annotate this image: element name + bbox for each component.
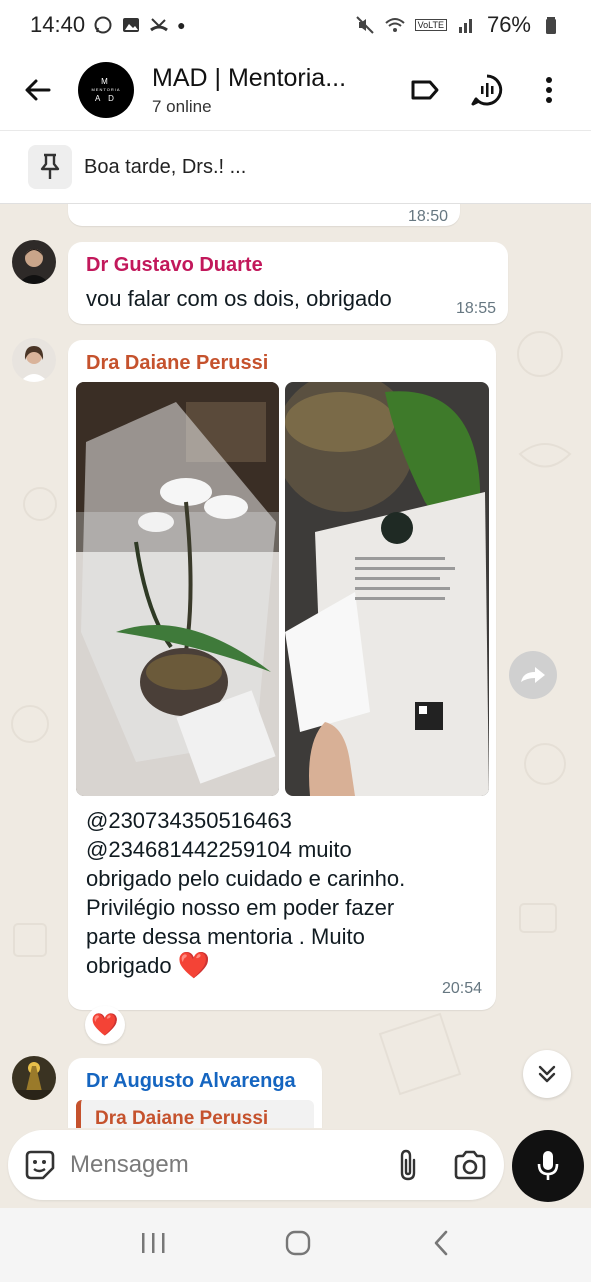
forward-icon [521, 667, 545, 683]
online-count: 7 online [152, 96, 212, 116]
message-input-bar: Mensagem [8, 1130, 504, 1200]
logo-letter-top: M [101, 77, 111, 87]
message-text-block: @230734350516463 @234681442259104 muito … [86, 806, 486, 980]
status-bar: 14:40 ● VoLTE 76% [0, 0, 591, 50]
status-time: 14:40 [30, 12, 86, 37]
chat-header: M MENTORIA A D MAD | Mentoria... 7 onlin… [0, 50, 591, 130]
message-line: obrigado pelo cuidado e carinho. [86, 866, 406, 891]
home-icon [286, 1230, 311, 1255]
photo-orchid-wrapped[interactable] [76, 382, 279, 796]
message-bubble-daiane[interactable]: Dra Daiane Perussi @230734350516463 @234… [68, 340, 496, 1010]
missed-call-icon [150, 18, 168, 32]
recent-apps-button[interactable] [140, 1231, 166, 1260]
arrow-left-icon [25, 79, 51, 101]
system-navigation-bar [0, 1208, 591, 1282]
message-bubble-partial[interactable]: 18:50 [68, 204, 460, 226]
dot-icon: ● [177, 17, 186, 33]
header-titles[interactable]: MAD | Mentoria... 7 online [152, 64, 407, 117]
pin-icon-box [28, 145, 72, 189]
label-button[interactable] [407, 72, 443, 108]
volte-badge: VoLTE [414, 19, 447, 31]
pinned-message-bar[interactable]: Boa tarde, Drs.! ... [0, 130, 591, 204]
message-bubble-gustavo[interactable]: Dr Gustavo Duarte vou falar com os dois,… [68, 242, 508, 324]
voice-chat-icon [471, 74, 503, 106]
paperclip-icon [400, 1149, 416, 1181]
message-line-mention-2[interactable]: @234681442259104 muito [86, 835, 486, 864]
chevron-left-icon [434, 1230, 448, 1255]
quote-sender: Dra Daiane Perussi [95, 1108, 269, 1128]
message-time: 18:50 [407, 208, 448, 225]
wifi-icon [384, 18, 405, 32]
heart-emoji: ❤️ [177, 950, 211, 980]
group-avatar[interactable]: M MENTORIA A D [78, 62, 134, 118]
message-bubble-augusto[interactable]: Dr Augusto Alvarenga Dra Daiane Perussi [68, 1058, 322, 1128]
battery-percent: 76% [486, 12, 531, 37]
signal-icon [458, 19, 472, 33]
scroll-to-bottom-button[interactable] [523, 1050, 571, 1098]
group-title: MAD | Mentoria... [152, 63, 347, 92]
avatar-gustavo[interactable] [12, 240, 56, 284]
avatar-daiane[interactable] [12, 338, 56, 382]
reaction-badge[interactable]: ❤️ [85, 1006, 125, 1044]
recent-apps-icon [141, 1232, 165, 1253]
forward-button[interactable] [509, 651, 557, 699]
voice-record-button[interactable] [512, 1130, 584, 1202]
camera-icon [454, 1150, 486, 1180]
attach-button[interactable] [388, 1145, 428, 1185]
microphone-icon [537, 1151, 559, 1180]
avatar-augusto[interactable] [12, 1056, 56, 1100]
double-chevron-down-icon [538, 1065, 556, 1083]
reply-quote[interactable]: Dra Daiane Perussi [76, 1100, 314, 1128]
mute-icon [355, 16, 374, 34]
message-time: 20:54 [441, 980, 482, 997]
chat-area[interactable]: 18:50 Dr Gustavo Duarte vou falar com os… [0, 204, 591, 1128]
sender-name: Dra Daiane Perussi [86, 352, 269, 374]
home-button[interactable] [285, 1230, 311, 1261]
message-line: obrigado [86, 953, 172, 978]
heart-reaction: ❤️ [91, 1012, 119, 1037]
pinned-message-text: Boa tarde, Drs.! ... [84, 155, 247, 178]
gallery-icon [123, 18, 140, 32]
sender-name: Dr Gustavo Duarte [86, 254, 263, 276]
logo-letters-bottom: A D [95, 93, 117, 103]
label-icon [411, 80, 439, 100]
photo-orchid-card[interactable] [285, 382, 489, 796]
back-button[interactable] [18, 70, 58, 110]
message-line: Privilégio nosso em poder fazer [86, 895, 395, 920]
sender-name: Dr Augusto Alvarenga [86, 1070, 296, 1092]
pin-icon [40, 153, 60, 179]
more-options-button[interactable] [531, 72, 567, 108]
system-back-button[interactable] [431, 1229, 451, 1262]
kebab-menu-icon [546, 77, 552, 103]
sticker-button[interactable] [20, 1145, 60, 1185]
voice-chat-button[interactable] [469, 72, 505, 108]
sticker-icon [25, 1150, 55, 1180]
message-line: parte dessa mentoria . Muito [86, 924, 365, 949]
message-line-mention-1[interactable]: @230734350516463 [86, 806, 486, 835]
message-input[interactable]: Mensagem [70, 1151, 388, 1179]
battery-icon [546, 17, 556, 34]
whatsapp-icon [94, 16, 112, 34]
message-time: 18:55 [455, 300, 496, 317]
camera-button[interactable] [450, 1145, 490, 1185]
message-text: vou falar com os dois, obrigado [86, 286, 392, 311]
